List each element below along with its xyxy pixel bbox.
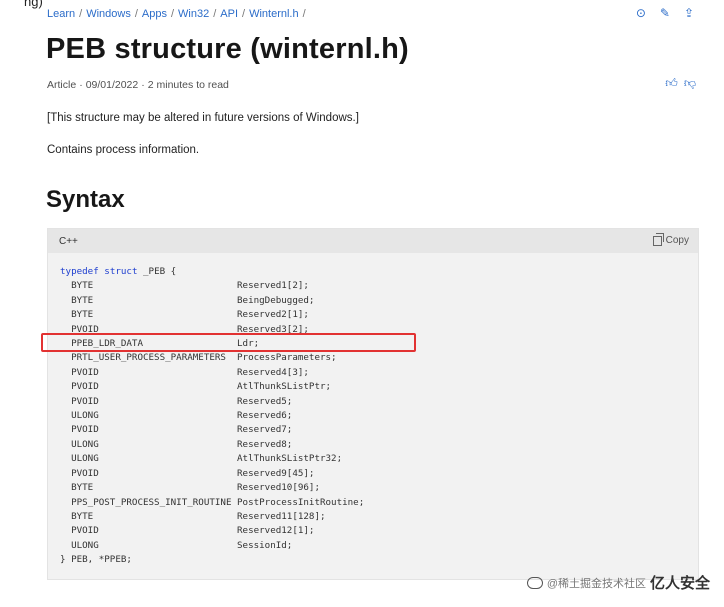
feedback-buttons: 👍︎ 👎︎ [665, 76, 696, 91]
code-line: typedef struct _PEB { [60, 266, 177, 277]
wechat-icon [526, 576, 543, 589]
breadcrumb-item[interactable]: Windows [86, 8, 131, 20]
code-header: C++ Copy [48, 229, 698, 253]
code-line: } PEB, *PPEB; [60, 554, 132, 566]
watermark-handle: @稀土掘金技术社区 [546, 577, 646, 590]
code-keyword: struct [104, 266, 138, 277]
breadcrumb: Learn / Windows / Apps / Win32/API / Winternl.h / [47, 8, 607, 21]
code-content: typedef struct _PEB { BYTE Reserved1[2];… [60, 265, 364, 568]
code-line: PVOID Reserved12[1]; [60, 525, 315, 537]
page-title: PEB structure (winternl.h) [46, 33, 409, 65]
watermark: @稀土掘金技术社区 亿人安全 [526, 572, 710, 593]
code-line: PVOID Reserved5; [60, 395, 293, 407]
article-meta: Article · 09/01/2022 · 2 minutes to read [47, 79, 229, 91]
code-language: C++ [59, 236, 78, 247]
top-actions: ⊙ ✎ ⇪ [636, 6, 694, 20]
code-line: ULONG SessionId; [60, 539, 293, 551]
code-line: BYTE Reserved1[2]; [60, 280, 309, 292]
meta-read-time: 2 minutes to read [147, 79, 229, 91]
edit-icon[interactable]: ✎ [660, 6, 670, 20]
code-line: ULONG Reserved6; [60, 410, 293, 422]
code-line: PRTL_USER_PROCESS_PARAMETERS ProcessPara… [60, 352, 337, 364]
highlight-box [41, 333, 416, 352]
description: Contains process information. [47, 144, 200, 156]
copy-button[interactable]: Copy [652, 232, 689, 246]
code-line: ULONG AtlThunkSListPtr32; [60, 453, 343, 465]
code-line: PPS_POST_PROCESS_INIT_ROUTINE PostProces… [60, 496, 365, 508]
breadcrumb-item[interactable]: Winternl.h [249, 8, 299, 20]
share-icon[interactable]: ⇪ [684, 6, 694, 20]
breadcrumb-separator: / [213, 8, 217, 20]
warning-note: [This structure may be altered in future… [47, 112, 359, 124]
meta-date: 09/01/2022 [85, 79, 139, 91]
breadcrumb-separator: / [134, 8, 138, 20]
code-line: BYTE Reserved11[128]; [60, 510, 326, 522]
copy-label: Copy [665, 235, 689, 246]
code-line: PVOID Reserved9[45]; [60, 467, 315, 479]
code-line: ULONG Reserved8; [60, 438, 293, 450]
syntax-heading: Syntax [46, 186, 125, 213]
watermark-text: 亿人安全 [649, 575, 710, 592]
breadcrumb-item[interactable]: Win32 [178, 8, 209, 20]
code-keyword: typedef [60, 266, 99, 277]
circle-icon[interactable]: ⊙ [636, 6, 646, 20]
breadcrumb-separator: / [170, 8, 175, 20]
code-line: BYTE Reserved2[1]; [60, 309, 309, 321]
meta-type: Article [47, 79, 77, 91]
breadcrumb-item[interactable]: Apps [142, 8, 167, 20]
breadcrumb-separator: / [79, 8, 83, 20]
code-line: BYTE BeingDebugged; [60, 294, 315, 306]
breadcrumb-separator: / [302, 8, 306, 20]
breadcrumb-separator: / [242, 8, 246, 20]
code-line: PVOID AtlThunkSListPtr; [60, 381, 332, 393]
code-line: BYTE Reserved10[96]; [60, 482, 320, 494]
figure-caption: ng) [24, 0, 43, 9]
code-line: PVOID Reserved4[3]; [60, 366, 309, 378]
copy-icon [652, 232, 664, 246]
thumbs-down-icon[interactable]: 👎︎ [684, 76, 696, 91]
breadcrumb-item[interactable]: API [220, 8, 238, 20]
code-block: C++ Copy typedef struct _PEB { BYTE Rese… [47, 228, 699, 580]
code-line: PVOID Reserved7; [60, 424, 293, 436]
breadcrumb-item[interactable]: Learn [47, 8, 75, 20]
thumbs-up-icon[interactable]: 👍︎ [665, 76, 678, 91]
